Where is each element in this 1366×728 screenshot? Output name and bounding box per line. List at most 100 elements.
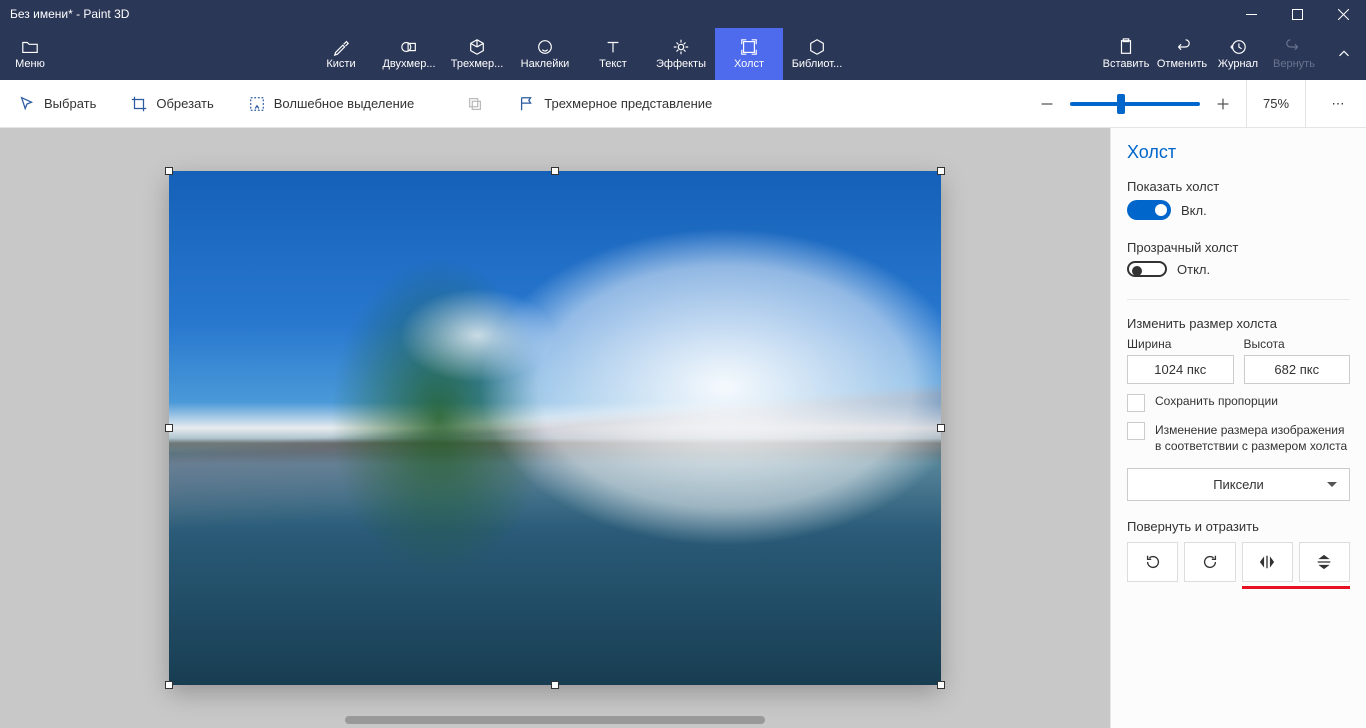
cursor-icon bbox=[18, 95, 36, 113]
maximize-button[interactable] bbox=[1274, 0, 1320, 28]
resize-handle-b[interactable] bbox=[551, 681, 559, 689]
rotate-buttons bbox=[1127, 542, 1350, 582]
show-canvas-state: Вкл. bbox=[1181, 203, 1207, 218]
rotate-cw-icon bbox=[1201, 553, 1219, 571]
canvas-icon bbox=[740, 38, 758, 56]
window-title: Без имени* - Paint 3D bbox=[10, 7, 129, 21]
canvas-workspace[interactable] bbox=[0, 128, 1110, 728]
tool-library[interactable]: Библиот... bbox=[783, 28, 851, 80]
zoom-thumb[interactable] bbox=[1117, 94, 1125, 114]
rotate-ccw-button[interactable] bbox=[1127, 542, 1178, 582]
rotate-cw-button[interactable] bbox=[1184, 542, 1235, 582]
top-toolbar: Меню Кисти Двухмер... Трехмер... Наклейк… bbox=[0, 28, 1366, 80]
stack-icon bbox=[466, 95, 484, 113]
collapse-toolbar[interactable] bbox=[1322, 28, 1366, 80]
show-canvas-toggle[interactable] bbox=[1127, 200, 1171, 220]
height-box: Высота 682 пкс bbox=[1244, 337, 1351, 384]
main-tools: Кисти Двухмер... Трехмер... Наклейки Тек… bbox=[60, 28, 1098, 80]
units-value: Пиксели bbox=[1213, 477, 1264, 492]
view-3d-disabled bbox=[458, 91, 492, 117]
rotate-title: Повернуть и отразить bbox=[1127, 519, 1350, 534]
shapes-2d-icon bbox=[400, 38, 418, 56]
flip-vertical-button[interactable] bbox=[1299, 542, 1350, 582]
undo-icon bbox=[1173, 38, 1191, 56]
tool-2d[interactable]: Двухмер... bbox=[375, 28, 443, 80]
rotate-ccw-icon bbox=[1144, 553, 1162, 571]
resize-handle-br[interactable] bbox=[937, 681, 945, 689]
transparent-toggle[interactable] bbox=[1127, 261, 1167, 277]
secondary-bar: Выбрать Обрезать Волшебное выделение Тре… bbox=[0, 80, 1366, 128]
zoom-controls: 75% ⋯ bbox=[1038, 80, 1356, 128]
flip-v-icon bbox=[1315, 553, 1333, 571]
magic-select-tool[interactable]: Волшебное выделение bbox=[240, 91, 423, 117]
flag-icon bbox=[518, 95, 536, 113]
units-dropdown[interactable]: Пиксели bbox=[1127, 468, 1350, 501]
width-input[interactable]: 1024 пкс bbox=[1127, 355, 1234, 384]
history-icon bbox=[1229, 38, 1247, 56]
canvas-panel: Холст Показать холст Вкл. Прозрачный хол… bbox=[1110, 128, 1366, 728]
width-box: Ширина 1024 пкс bbox=[1127, 337, 1234, 384]
horizontal-scrollbar[interactable] bbox=[345, 716, 765, 724]
right-tools: Вставить Отменить Журнал Вернуть bbox=[1098, 28, 1366, 80]
canvas-image[interactable] bbox=[169, 171, 941, 685]
undo-button[interactable]: Отменить bbox=[1154, 28, 1210, 80]
history-button[interactable]: Журнал bbox=[1210, 28, 1266, 80]
resize-handle-t[interactable] bbox=[551, 167, 559, 175]
lock-aspect-row[interactable]: Сохранить пропорции bbox=[1127, 394, 1350, 412]
cube-3d-icon bbox=[468, 38, 486, 56]
effects-icon bbox=[672, 38, 690, 56]
zoom-value[interactable]: 75% bbox=[1246, 80, 1306, 128]
resize-handle-tr[interactable] bbox=[937, 167, 945, 175]
zoom-slider[interactable] bbox=[1070, 102, 1200, 106]
resize-image-checkbox[interactable] bbox=[1127, 422, 1145, 440]
resize-handle-tl[interactable] bbox=[165, 167, 173, 175]
zoom-in-icon[interactable] bbox=[1214, 95, 1232, 113]
brush-icon bbox=[332, 38, 350, 56]
main-area: Холст Показать холст Вкл. Прозрачный хол… bbox=[0, 128, 1366, 728]
redo-button: Вернуть bbox=[1266, 28, 1322, 80]
minimize-button[interactable] bbox=[1228, 0, 1274, 28]
chevron-up-icon bbox=[1335, 45, 1353, 63]
flip-horizontal-button[interactable] bbox=[1242, 542, 1293, 582]
height-label: Высота bbox=[1244, 337, 1351, 351]
tool-canvas[interactable]: Холст bbox=[715, 28, 783, 80]
close-button[interactable] bbox=[1320, 0, 1366, 28]
resize-handle-l[interactable] bbox=[165, 424, 173, 432]
panel-title: Холст bbox=[1127, 142, 1350, 163]
tool-3d[interactable]: Трехмер... bbox=[443, 28, 511, 80]
resize-handle-bl[interactable] bbox=[165, 681, 173, 689]
transparent-label: Прозрачный холст bbox=[1127, 240, 1350, 255]
magic-select-icon bbox=[248, 95, 266, 113]
resize-title: Изменить размер холста bbox=[1127, 316, 1350, 331]
more-options[interactable]: ⋯ bbox=[1320, 96, 1356, 112]
flip-h-icon bbox=[1258, 553, 1276, 571]
select-tool[interactable]: Выбрать bbox=[10, 91, 104, 117]
redo-icon bbox=[1285, 38, 1303, 56]
height-input[interactable]: 682 пкс bbox=[1244, 355, 1351, 384]
paste-button[interactable]: Вставить bbox=[1098, 28, 1154, 80]
text-icon bbox=[604, 38, 622, 56]
tool-text[interactable]: Текст bbox=[579, 28, 647, 80]
library-icon bbox=[808, 38, 826, 56]
menu-label: Меню bbox=[15, 58, 45, 70]
tool-effects[interactable]: Эффекты bbox=[647, 28, 715, 80]
crop-tool[interactable]: Обрезать bbox=[122, 91, 221, 117]
title-bar: Без имени* - Paint 3D bbox=[0, 0, 1366, 28]
lock-aspect-label: Сохранить пропорции bbox=[1155, 394, 1278, 408]
zoom-out-icon[interactable] bbox=[1038, 95, 1056, 113]
sticker-icon bbox=[536, 38, 554, 56]
resize-image-label: Изменение размера изображения в соответс… bbox=[1155, 422, 1350, 454]
transparent-state: Откл. bbox=[1177, 262, 1210, 277]
menu-button[interactable]: Меню bbox=[0, 28, 60, 80]
transparent-row: Откл. bbox=[1127, 261, 1350, 277]
tool-stickers[interactable]: Наклейки bbox=[511, 28, 579, 80]
resize-image-row[interactable]: Изменение размера изображения в соответс… bbox=[1127, 422, 1350, 454]
width-label: Ширина bbox=[1127, 337, 1234, 351]
lock-aspect-checkbox[interactable] bbox=[1127, 394, 1145, 412]
folder-icon bbox=[21, 38, 39, 56]
resize-handle-r[interactable] bbox=[937, 424, 945, 432]
tool-brushes[interactable]: Кисти bbox=[307, 28, 375, 80]
view-3d-tool[interactable]: Трехмерное представление bbox=[510, 91, 720, 117]
crop-icon bbox=[130, 95, 148, 113]
paste-icon bbox=[1117, 38, 1135, 56]
